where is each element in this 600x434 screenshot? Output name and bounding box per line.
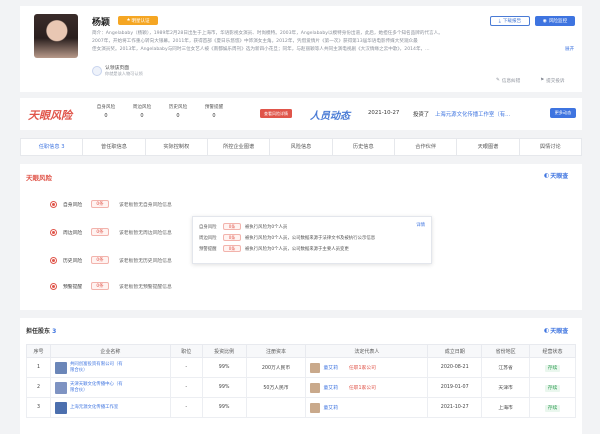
risk-stat-self[interactable]: 自身风险 0 [94,104,118,119]
bio-line-2: 2007年，开始将工作重心转向大银幕。2011年，获得首部《夏日乐悠悠》中饰演女… [92,39,418,44]
tianyan-eye-icon: ◐ [544,327,550,334]
holdings-title: 担任股东 3 [26,328,57,335]
company-name-link[interactable]: 共同创富投资有限公司（有 限合伙） [70,362,123,374]
news-company-link[interactable]: 上海元源文化传播工作室（有... [435,110,510,118]
download-icon: ⤓ [498,19,501,24]
rep-name-link[interactable]: 童艾莉 [323,404,337,411]
table-row[interactable]: 2 天津天颖文化传播中心（有 限合伙） - 99% 50万人民币 童艾莉 任职1… [26,377,576,398]
tab-history[interactable]: 历史信息 [333,139,395,155]
risk-dot-icon [50,256,57,264]
bio-line-1: 简介：Angelababy（杨颖），1989年2月28日出生于上海市，华语影视女… [92,31,443,36]
company-name-link[interactable]: 上海元源文化传播工作室 [70,405,118,411]
more-news-button[interactable]: 更多动态 [550,108,576,118]
risk-row-surround[interactable]: 周边风险 0条 该老板暂无周边风险信息 [50,228,172,236]
news-date: 2021-10-27 [368,110,400,116]
popup-row-warning: 预警提醒 0条 被执行风险为0个人员，公司数据来源于主要人员变更 [199,245,349,252]
risk-section-title: 天眼风险 [26,174,52,182]
status-badge: 存续 [544,405,561,412]
holdings-table: 序号 企业名称 职位 投资比例 注册资本 法定代表人 成立日期 省份地区 经营状… [26,344,576,418]
tab-risk[interactable]: 风险信息 [270,139,333,155]
rep-avatar [310,382,321,393]
claim-title: 认领该页面 [105,66,129,71]
table-header-row: 序号 企业名称 职位 投资比例 注册资本 法定代表人 成立日期 省份地区 经营状… [26,344,576,358]
popup-row-surround: 周边风险 0条 被执行风险为0个人员，公司数据来源于法律文书及被执行公示信息 [199,234,376,241]
download-report-button[interactable]: ⤓ 下载报告 [490,16,530,26]
verified-badge: ★ 明星认证 [118,16,158,25]
monitor-icon: ◉ [542,18,547,24]
popup-detail-link[interactable]: 详情 [416,222,425,228]
tab-control[interactable]: 实际控制权 [146,139,208,155]
risk-row-warning[interactable]: 预警提醒 0条 该老板暂无预警提醒信息 [50,282,172,290]
risk-stat-history[interactable]: 历史风险 0 [166,104,190,119]
rep-company-count[interactable]: 任职1家公司 [349,384,376,391]
avatar [34,14,78,58]
tianyancha-logo: ◐ 天眼查 [544,172,569,180]
rep-name-link[interactable]: 童艾莉 [323,364,337,371]
risk-row-history[interactable]: 历史风险 0条 该老板暂无历史风险信息 [50,256,172,264]
risk-brand: 天眼风险 [28,109,72,122]
report-link[interactable]: ⚑ 提交投诉 [540,78,565,84]
risk-row-self[interactable]: 自身风险 0条 该老板暂无自身风险信息 [50,200,172,208]
popup-row-self: 自身风险 0条 被执行风险为0个人员 [199,223,288,230]
bio-line-3: 佳女演员奖。2013年，Angelababy与同时三位女艺人被《南都娱乐周刊》选… [92,47,430,52]
risk-monitor-button[interactable]: ◉ 风险监控 [535,16,575,26]
holdings-section: 担任股东 3 ◐ 天眼查 序号 企业名称 职位 投资比例 注册资本 法定代表人 成… [20,318,582,434]
company-logo [54,361,67,374]
tab-bar: 任职信息 3 曾任职信息 实际控制权 所控企业图谱 风险信息 历史信息 合作伙伴… [20,138,582,156]
edit-icon: ✎ [496,78,500,83]
tab-positions[interactable]: 任职信息 3 [21,139,84,155]
risk-stat-surround[interactable]: 周边风险 0 [130,104,154,119]
tab-controlled-map[interactable]: 所控企业图谱 [208,139,271,155]
profile-card: 杨颖 ★ 明星认证 简介：Angelababy（杨颖），1989年2月28日出生于… [20,6,582,92]
tab-graph[interactable]: 天眼图谱 [457,139,520,155]
risk-summary-bar: 天眼风险 自身风险 0 周边风险 0 历史风险 0 预警提醒 0 查看风险详情 … [20,98,582,130]
status-badge: 存续 [544,365,561,372]
tab-partners[interactable]: 合作伙伴 [395,139,458,155]
view-risk-button[interactable]: 查看风险详情 [260,109,292,118]
flag-icon: ⚑ [540,78,545,83]
claim-block[interactable]: 认领该页面 你就是该人物可认领 [92,64,143,77]
badge-icon: ★ [126,18,131,23]
claim-subtitle: 你就是该人物可认领 [105,71,143,76]
holdings-table-wrap: 序号 企业名称 职位 投资比例 注册资本 法定代表人 成立日期 省份地区 经营状… [26,344,576,418]
holdings-logo: ◐ 天眼查 [544,327,569,335]
company-name-link[interactable]: 天津天颖文化传播中心（有 限合伙） [70,382,123,394]
company-logo [54,401,67,414]
status-badge: 存续 [544,385,561,392]
rep-avatar [310,402,321,413]
risk-dot-icon [50,200,57,208]
table-row[interactable]: 1 共同创富投资有限公司（有 限合伙） - 99% 200万人民币 童艾莉 任职… [26,357,576,378]
table-row[interactable]: 3 上海元源文化传播工作室 - 99% 童艾莉 2021-10-27 上海市 存… [26,397,576,418]
company-logo [54,381,67,394]
risk-detail-popup: 自身风险 0条 被执行风险为0个人员 周边风险 0条 被执行风险为0个人员，公司… [192,216,432,264]
tab-discussion[interactable]: 舆情讨论 [520,139,581,155]
claim-icon [92,65,102,76]
person-name: 杨颖 [92,18,111,28]
tianyan-eye-icon: ◐ [544,172,550,179]
feedback-link[interactable]: ✎ 信息纠错 [496,78,520,84]
risk-stat-warning[interactable]: 预警提醒 0 [202,104,226,119]
risk-dot-icon [50,282,57,290]
news-brand: 人员动态 [310,111,350,122]
rep-name-link[interactable]: 童艾莉 [323,384,337,391]
risk-dot-icon [50,228,57,236]
bio-expand-link[interactable]: 展开 [565,46,574,52]
news-action: 投资了 [413,112,430,118]
rep-avatar [310,362,321,373]
risk-section: 天眼风险 ◐ 天眼查 自身风险 0条 该老板暂无自身风险信息 周边风险 0条 该老… [20,164,582,310]
rep-company-count[interactable]: 任职1家公司 [349,364,376,371]
tab-list: 任职信息 3 曾任职信息 实际控制权 所控企业图谱 风险信息 历史信息 合作伙伴… [21,139,581,155]
tab-past-positions[interactable]: 曾任职信息 [83,139,146,155]
